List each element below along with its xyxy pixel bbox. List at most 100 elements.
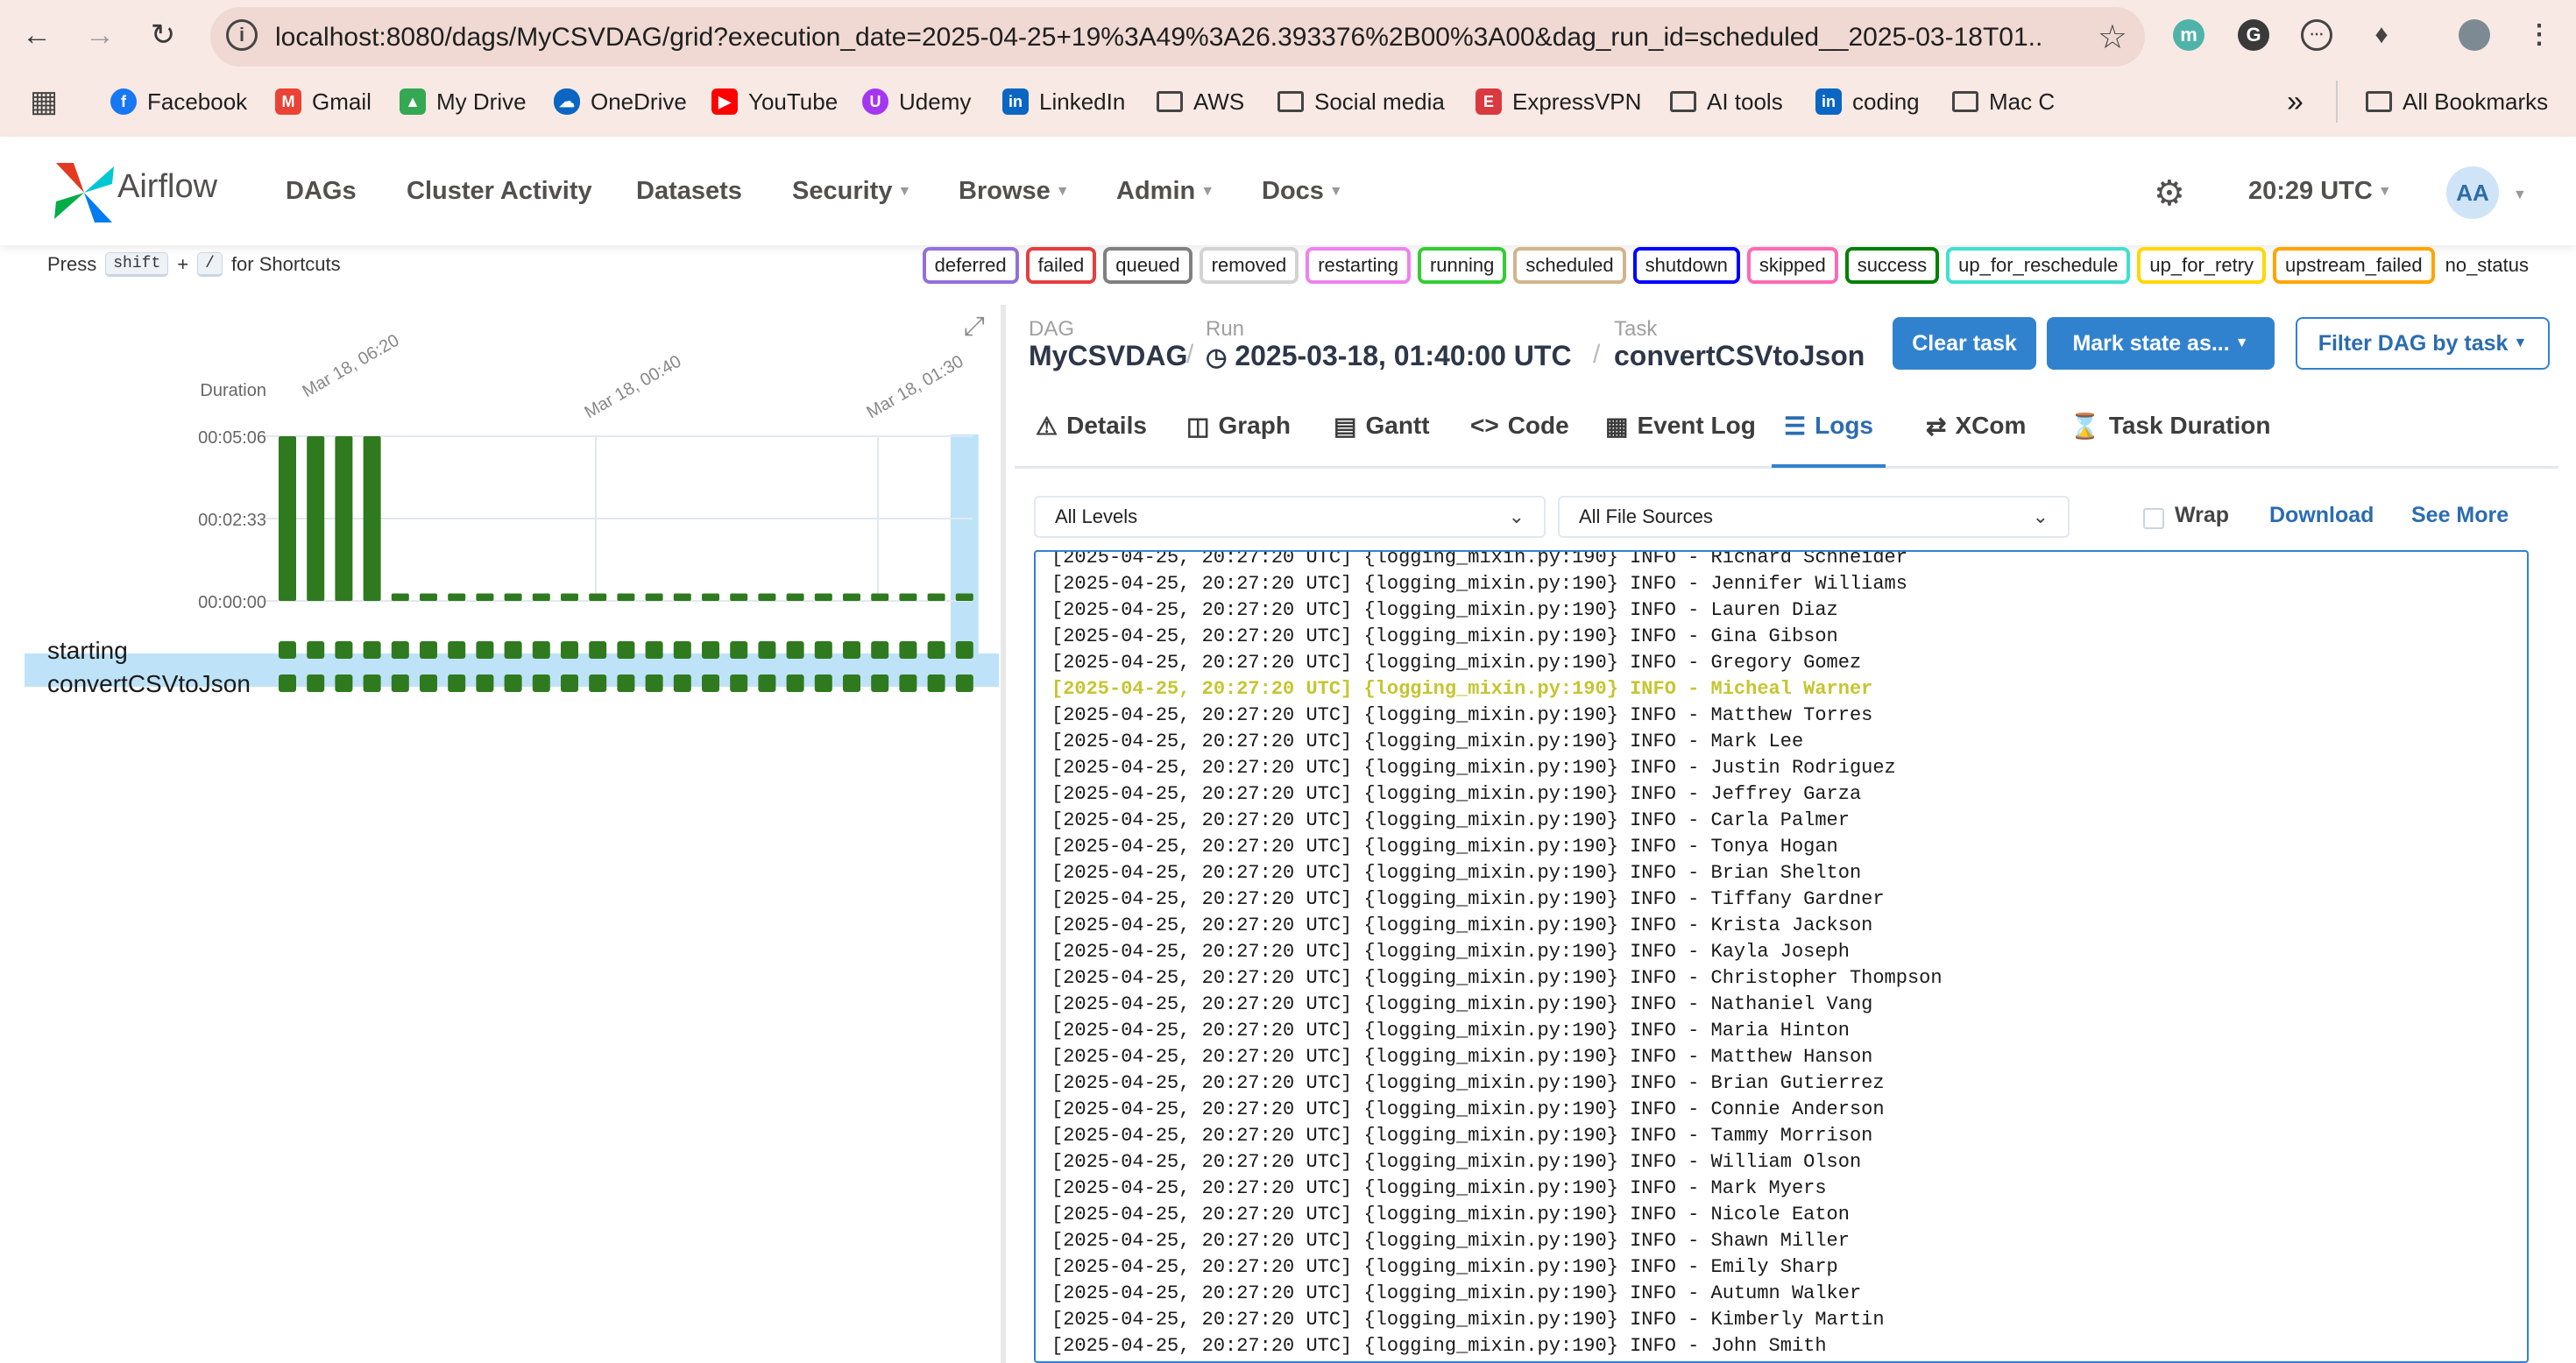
legend-deferred[interactable]: deferred: [922, 247, 1019, 284]
linkedin-icon: in: [1002, 88, 1029, 115]
extension-m-icon[interactable]: m: [2173, 19, 2204, 51]
legend-failed[interactable]: failed: [1025, 247, 1097, 284]
address-bar[interactable]: i localhost:8080/dags/MyCSVDAG/grid?exec…: [210, 7, 2145, 67]
bookmark-facebook[interactable]: f Facebook: [110, 84, 247, 119]
tab-xcom[interactable]: ⇄ XCom: [1926, 412, 2026, 464]
user-avatar[interactable]: AA: [2446, 166, 2499, 219]
dag-breadcrumb[interactable]: MyCSVDAG: [1029, 340, 1187, 372]
download-button[interactable]: Download: [2269, 503, 2374, 528]
bookmark-aws[interactable]: AWS: [1157, 84, 1244, 119]
clear-task-button[interactable]: Clear task: [1893, 317, 2036, 370]
task-instance-cell: [617, 674, 635, 692]
nav-browse[interactable]: Browse ▼: [959, 177, 1070, 206]
legend-scheduled[interactable]: scheduled: [1513, 247, 1626, 284]
legend-upstream-failed[interactable]: upstream_failed: [2273, 247, 2435, 284]
tab-code[interactable]: <> Code: [1470, 412, 1569, 464]
mark-state-button[interactable]: Mark state as... ▼: [2047, 317, 2275, 370]
site-info-icon[interactable]: i: [226, 19, 258, 51]
legend-success[interactable]: success: [1844, 247, 1940, 284]
airflow-logo-icon[interactable]: [49, 158, 119, 228]
bookmarks-overflow-icon[interactable]: »: [2287, 84, 2304, 119]
task-instance-cell: [504, 674, 522, 692]
bookmark-social-media[interactable]: Social media: [1277, 84, 1445, 119]
wrap-label[interactable]: Wrap: [2175, 503, 2229, 528]
panel-divider[interactable]: [1001, 305, 1006, 1363]
extension-icon[interactable]: ⋯: [2301, 19, 2332, 51]
log-line: [2025-04-25, 20:27:20 UTC] {logging_mixi…: [1051, 1256, 1838, 1278]
legend-restarting[interactable]: restarting: [1306, 247, 1411, 284]
wrap-checkbox[interactable]: [2143, 508, 2164, 529]
bookmark-coding[interactable]: in coding: [1815, 84, 1920, 119]
duration-bar: [871, 593, 889, 601]
legend-up-for-reschedule[interactable]: up_for_reschedule: [1946, 247, 2131, 284]
back-arrow-icon[interactable]: ←: [18, 16, 56, 54]
browser-menu-icon[interactable]: ⋮: [2523, 19, 2555, 51]
legend-no-status[interactable]: no_status: [2442, 251, 2532, 280]
bookmarks-bar: ▦ f Facebook M Gmail ▲ My Drive ☁ OneDrive ▶…: [0, 77, 2576, 126]
nav-security[interactable]: Security ▼: [792, 177, 911, 206]
list-icon: ☰: [1784, 413, 1807, 440]
reload-icon[interactable]: ↻: [144, 16, 182, 54]
see-more-button[interactable]: See More: [2411, 503, 2509, 528]
task-instance-cell: [363, 674, 381, 692]
x-tick-label: Mar 18, 01:30: [864, 352, 967, 423]
bookmarks-divider: [2336, 81, 2338, 123]
bookmark-onedrive[interactable]: ☁ OneDrive: [554, 84, 687, 119]
task-instance-cell: [335, 674, 353, 692]
nav-datasets[interactable]: Datasets: [636, 177, 742, 206]
task-instance-cell: [504, 641, 522, 659]
run-breadcrumb[interactable]: ◷ 2025-03-18, 01:40:00 UTC: [1206, 340, 1572, 372]
clock-menu[interactable]: 20:29 UTC ▼: [2248, 177, 2392, 206]
bookmark-star-icon[interactable]: ☆: [2098, 18, 2127, 57]
linkedin-icon: in: [1815, 88, 1842, 115]
url-text[interactable]: localhost:8080/dags/MyCSVDAG/grid?execut…: [275, 23, 2045, 53]
bookmark-mac-c[interactable]: Mac C: [1952, 84, 2055, 119]
bookmark-gmail[interactable]: M Gmail: [275, 84, 372, 119]
youtube-icon: ▶: [711, 88, 738, 115]
brand-name[interactable]: Airflow: [117, 168, 217, 206]
legend-removed[interactable]: removed: [1199, 247, 1299, 284]
legend-up-for-retry[interactable]: up_for_retry: [2137, 247, 2267, 284]
profile-avatar-icon[interactable]: [2459, 19, 2490, 51]
tab-details[interactable]: ⚠ Details: [1036, 412, 1147, 464]
task-instance-cell: [786, 641, 804, 659]
tab-gantt[interactable]: ▤ Gantt: [1334, 412, 1430, 464]
legend-skipped[interactable]: skipped: [1746, 247, 1838, 284]
user-menu-chevron-icon[interactable]: ▼: [2508, 180, 2527, 209]
apps-grid-icon[interactable]: ▦: [30, 84, 58, 119]
bookmark-ai-tools[interactable]: AI tools: [1670, 84, 1783, 119]
chevron-down-icon: ▼: [1200, 184, 1215, 200]
bookmark-udemy[interactable]: U Udemy: [862, 84, 971, 119]
bookmark-expressvpn[interactable]: E ExpressVPN: [1476, 84, 1641, 119]
gear-icon[interactable]: ⚙: [2154, 173, 2185, 214]
nav-docs[interactable]: Docs ▼: [1262, 177, 1343, 206]
tab-event-log[interactable]: ▦ Event Log: [1605, 412, 1756, 464]
bookmark-youtube[interactable]: ▶ YouTube: [711, 84, 838, 119]
nav-admin[interactable]: Admin ▼: [1116, 177, 1214, 206]
bookmark-my-drive[interactable]: ▲ My Drive: [400, 84, 527, 119]
forward-arrow-icon[interactable]: →: [81, 16, 119, 54]
nav-cluster-activity[interactable]: Cluster Activity: [407, 177, 592, 206]
task-instance-cell: [307, 641, 325, 659]
legend-queued[interactable]: queued: [1103, 247, 1192, 284]
filter-dag-button[interactable]: Filter DAG by task ▼: [2296, 317, 2550, 370]
log-line: [2025-04-25, 20:27:20 UTC] {logging_mixi…: [1051, 550, 1907, 569]
log-level-select[interactable]: All Levels ⌄: [1034, 496, 1546, 538]
nav-dags[interactable]: DAGs: [286, 177, 357, 206]
task-breadcrumb[interactable]: convertCSVtoJson: [1614, 340, 1865, 372]
legend-shutdown[interactable]: shutdown: [1632, 247, 1740, 284]
tab-graph[interactable]: ◫ Graph: [1186, 412, 1291, 464]
tab-logs[interactable]: ☰ Logs: [1772, 412, 1886, 468]
legend-running[interactable]: running: [1417, 247, 1507, 284]
file-source-select[interactable]: All File Sources ⌄: [1558, 496, 2070, 538]
bookmark-all-bookmarks[interactable]: All Bookmarks: [2366, 84, 2548, 119]
log-viewer[interactable]: [2025-04-25, 20:27:20 UTC] {logging_mixi…: [1034, 550, 2529, 1363]
bookmark-linkedin[interactable]: in LinkedIn: [1002, 84, 1125, 119]
chevron-down-icon: ▼: [1328, 184, 1343, 200]
extensions-puzzle-icon[interactable]: ♦: [2366, 19, 2397, 51]
log-line: [2025-04-25, 20:27:20 UTC] {logging_mixi…: [1051, 757, 1896, 779]
tab-task-duration[interactable]: ⌛ Task Duration: [2070, 412, 2271, 464]
log-line: [2025-04-25, 20:27:20 UTC] {logging_mixi…: [1051, 1125, 1873, 1147]
task-instance-cell: [448, 641, 466, 659]
grammarly-icon[interactable]: G: [2238, 19, 2269, 51]
